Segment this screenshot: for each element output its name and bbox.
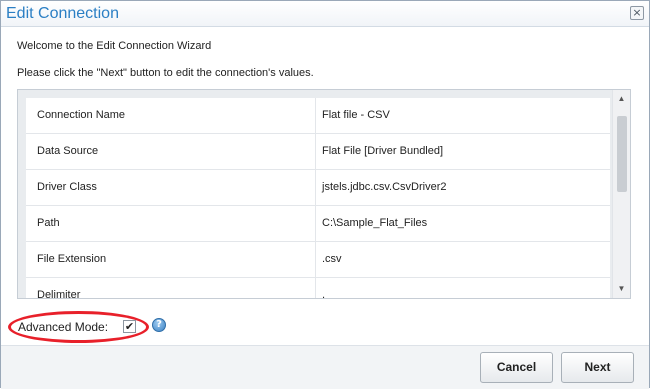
property-value[interactable]: Flat File [Driver Bundled] — [316, 134, 610, 169]
property-value[interactable]: C:\Sample_Flat_Files — [316, 206, 610, 241]
properties-panel: Connection Name Flat file - CSV Data Sou… — [17, 89, 631, 299]
property-name: Path — [26, 206, 316, 241]
property-row: Driver Class jstels.jdbc.csv.CsvDriver2 — [26, 170, 610, 206]
dialog-footer: Cancel Next — [1, 345, 649, 389]
cancel-button[interactable]: Cancel — [480, 352, 553, 383]
property-value[interactable]: .csv — [316, 242, 610, 277]
close-icon[interactable]: × — [630, 6, 644, 20]
property-name: Driver Class — [26, 170, 316, 205]
welcome-text: Welcome to the Edit Connection Wizard — [17, 40, 212, 52]
property-name: File Extension — [26, 242, 316, 277]
scroll-thumb[interactable] — [617, 116, 627, 192]
property-name: Delimiter — [26, 278, 316, 298]
scroll-down-icon[interactable]: ▼ — [613, 282, 630, 296]
property-value[interactable]: , — [316, 278, 610, 298]
title-bar: Edit Connection × — [1, 1, 649, 27]
property-row: Delimiter , — [26, 278, 610, 298]
vertical-scrollbar[interactable]: ▲ ▼ — [612, 90, 630, 298]
property-value[interactable]: Flat file - CSV — [316, 98, 610, 133]
property-row: Connection Name Flat file - CSV — [26, 98, 610, 134]
property-name: Connection Name — [26, 98, 316, 133]
property-row: Data Source Flat File [Driver Bundled] — [26, 134, 610, 170]
properties-table: Connection Name Flat file - CSV Data Sou… — [26, 98, 610, 298]
property-row: File Extension .csv — [26, 242, 610, 278]
advanced-mode-checkbox[interactable]: ✔ — [123, 320, 136, 333]
property-row: Path C:\Sample_Flat_Files — [26, 206, 610, 242]
edit-connection-dialog: Edit Connection × Welcome to the Edit Co… — [0, 0, 650, 389]
dialog-title: Edit Connection — [6, 5, 119, 22]
advanced-mode-label: Advanced Mode: — [18, 320, 109, 334]
instruction-text: Please click the "Next" button to edit t… — [17, 67, 314, 79]
next-button[interactable]: Next — [561, 352, 634, 383]
property-name: Data Source — [26, 134, 316, 169]
property-value[interactable]: jstels.jdbc.csv.CsvDriver2 — [316, 170, 610, 205]
help-icon[interactable]: ? — [152, 318, 166, 332]
scroll-up-icon[interactable]: ▲ — [613, 92, 630, 106]
